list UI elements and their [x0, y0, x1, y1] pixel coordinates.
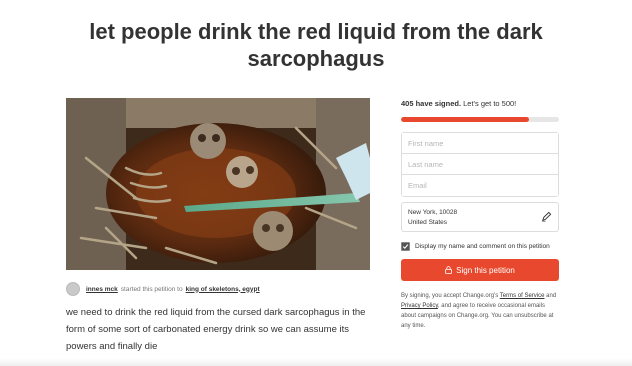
starter-text: started this petition to	[120, 285, 183, 293]
signed-count-text: 405 have signed.	[401, 99, 462, 108]
pencil-icon[interactable]	[541, 211, 552, 222]
display-name-checkbox[interactable]	[401, 242, 410, 251]
display-name-label: Display my name and comment on this peti…	[415, 243, 550, 250]
legal-text: By signing, you accept Change.org's Term…	[401, 291, 559, 331]
location-city: New York, 10028	[408, 209, 458, 216]
bottom-shadow	[0, 358, 632, 366]
sarcophagus-photo-icon	[66, 98, 370, 270]
avatar	[66, 282, 80, 296]
goal-text: Let's get to 500!	[463, 99, 517, 108]
petition-title-line-1: let people drink the red liquid from the…	[89, 19, 543, 44]
location-country: United States	[408, 219, 448, 226]
petition-photo	[66, 98, 370, 270]
petition-starter: innes mck started this petition to king …	[66, 280, 370, 298]
sign-panel: 405 have signed. Let's get to 500! New Y…	[401, 98, 559, 331]
petition-title: let people drink the red liquid from the…	[60, 18, 572, 72]
display-name-checkbox-row[interactable]: Display my name and comment on this peti…	[401, 242, 559, 251]
email-input[interactable]	[402, 175, 558, 196]
sign-petition-label: Sign this petition	[456, 265, 515, 275]
privacy-link[interactable]: Privacy Policy	[401, 303, 438, 309]
first-name-input[interactable]	[402, 133, 558, 154]
progress-fill	[401, 117, 529, 122]
lock-icon	[445, 266, 453, 274]
petition-description: we need to drink the red liquid from the…	[66, 307, 366, 352]
terms-link[interactable]: Terms of Service	[500, 293, 545, 299]
last-name-input[interactable]	[402, 154, 558, 175]
signature-count: 405 have signed. Let's get to 500!	[401, 98, 559, 110]
legal-text-2: and	[546, 293, 557, 299]
target-link[interactable]: king of skeletons, egypt	[186, 286, 260, 293]
progress-bar	[401, 117, 559, 122]
starter-name-link[interactable]: innes mck	[86, 286, 118, 293]
location-field[interactable]: New York, 10028 United States	[401, 202, 559, 232]
check-icon	[402, 244, 409, 250]
sign-petition-button[interactable]: Sign this petition	[401, 259, 559, 281]
legal-text-1: By signing, you accept Change.org's	[401, 293, 499, 299]
petition-title-line-2: sarcophagus	[247, 46, 385, 71]
sign-form	[401, 132, 559, 197]
